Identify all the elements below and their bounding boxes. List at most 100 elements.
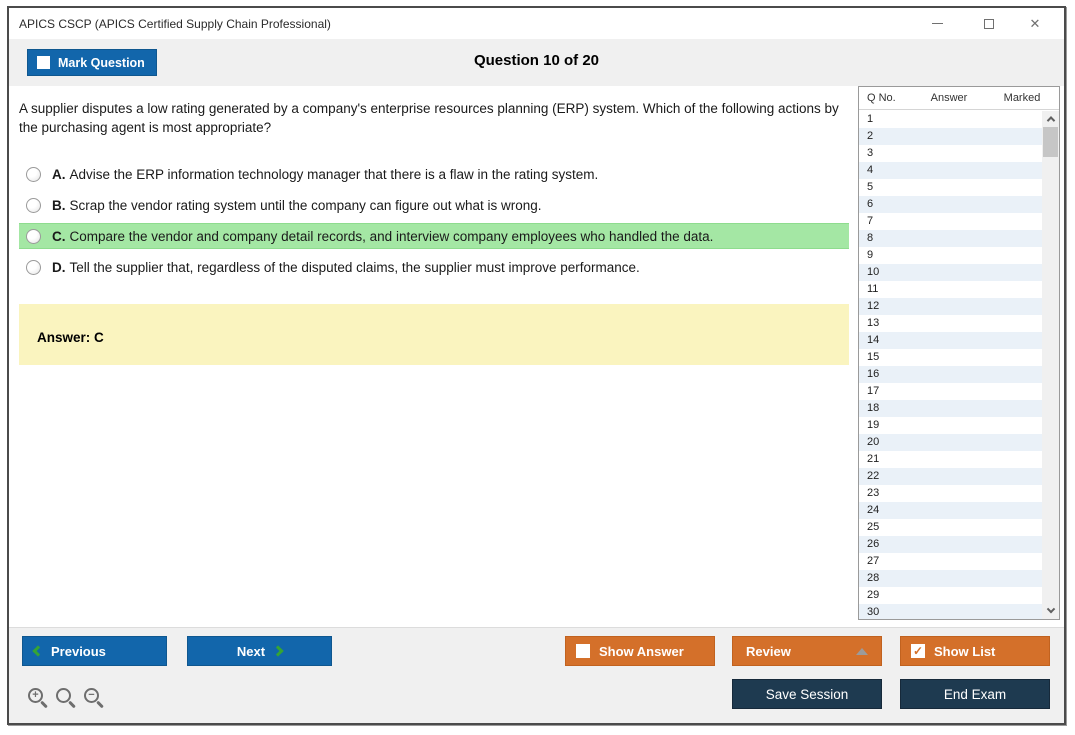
footer-bar: Previous Next Show Answer Review ✓ Show … bbox=[9, 627, 1064, 723]
question-list-row[interactable]: 25 bbox=[859, 519, 1042, 536]
next-button[interactable]: Next bbox=[187, 636, 332, 666]
maximize-icon bbox=[984, 18, 994, 29]
question-list-row[interactable]: 21 bbox=[859, 451, 1042, 468]
question-list-row[interactable]: 15 bbox=[859, 349, 1042, 366]
options-list: A. Advise the ERP information technology … bbox=[19, 161, 851, 280]
option-letter: D. bbox=[52, 259, 66, 275]
option-label: A. Advise the ERP information technology … bbox=[52, 167, 598, 182]
save-session-button[interactable]: Save Session bbox=[732, 679, 882, 709]
close-icon: ✕ bbox=[1029, 16, 1041, 31]
question-list-header: Q No. Answer Marked bbox=[859, 87, 1059, 110]
minus-glyph: − bbox=[88, 688, 95, 701]
question-list-row[interactable]: 6 bbox=[859, 196, 1042, 213]
app-window: APICS CSCP (APICS Certified Supply Chain… bbox=[7, 6, 1066, 725]
end-exam-label: End Exam bbox=[943, 686, 1007, 702]
radio-icon[interactable] bbox=[26, 228, 41, 244]
chevron-up-icon bbox=[1046, 115, 1055, 125]
zoom-reset-icon[interactable] bbox=[56, 688, 71, 703]
option-row-d[interactable]: D. Tell the supplier that, regardless of … bbox=[19, 254, 849, 280]
question-list-row[interactable]: 8 bbox=[859, 230, 1042, 247]
question-list-row[interactable]: 24 bbox=[859, 502, 1042, 519]
question-list-row[interactable]: 18 bbox=[859, 400, 1042, 417]
answer-label: Answer: C bbox=[37, 330, 104, 345]
option-text: Tell the supplier that, regardless of th… bbox=[69, 259, 640, 275]
triangle-up-icon bbox=[856, 648, 868, 655]
show-list-label: Show List bbox=[934, 643, 996, 659]
option-label: D. Tell the supplier that, regardless of … bbox=[52, 260, 640, 275]
radio-icon[interactable] bbox=[26, 197, 41, 213]
question-pane: A supplier disputes a low rating generat… bbox=[19, 86, 851, 365]
option-text: Advise the ERP information technology ma… bbox=[69, 166, 599, 182]
next-label: Next bbox=[236, 643, 266, 659]
question-list-row[interactable]: 20 bbox=[859, 434, 1042, 451]
end-exam-button[interactable]: End Exam bbox=[900, 679, 1050, 709]
show-list-checkbox-icon: ✓ bbox=[911, 644, 925, 658]
zoom-controls: + − bbox=[28, 688, 99, 703]
previous-button[interactable]: Previous bbox=[22, 636, 167, 666]
question-list-row[interactable]: 9 bbox=[859, 247, 1042, 264]
question-list-row[interactable]: 26 bbox=[859, 536, 1042, 553]
question-list-row[interactable]: 16 bbox=[859, 366, 1042, 383]
option-row-a[interactable]: A. Advise the ERP information technology … bbox=[19, 161, 849, 187]
radio-icon[interactable] bbox=[26, 259, 41, 275]
title-bar: APICS CSCP (APICS Certified Supply Chain… bbox=[9, 8, 1064, 39]
question-list[interactable]: 1 2 3 4 5 6 7 8 9 10 11 12 13 14 15 16 17 18 19 20 21 22 23 24 2… bbox=[859, 111, 1042, 619]
question-list-row[interactable]: 19 bbox=[859, 417, 1042, 434]
scroll-down-button[interactable] bbox=[1042, 604, 1059, 619]
question-counter: Question 10 of 20 bbox=[473, 52, 600, 69]
question-list-row[interactable]: 23 bbox=[859, 485, 1042, 502]
maximize-button[interactable] bbox=[966, 8, 1012, 39]
question-list-row[interactable]: 3 bbox=[859, 145, 1042, 162]
option-letter: A. bbox=[52, 166, 66, 182]
question-list-row[interactable]: 1 bbox=[859, 111, 1042, 128]
minimize-icon bbox=[931, 23, 943, 24]
question-list-panel: Q No. Answer Marked 1 2 3 4 5 6 7 8 9 10 11 12 13 14 1… bbox=[858, 86, 1060, 620]
question-list-row[interactable]: 5 bbox=[859, 179, 1042, 196]
column-header-answer: Answer bbox=[930, 92, 968, 104]
column-header-marked: Marked bbox=[1003, 92, 1041, 104]
question-list-row[interactable]: 10 bbox=[859, 264, 1042, 281]
radio-icon[interactable] bbox=[26, 166, 41, 182]
question-list-row[interactable]: 11 bbox=[859, 281, 1042, 298]
question-list-row[interactable]: 2 bbox=[859, 128, 1042, 145]
content-area: A supplier disputes a low rating generat… bbox=[9, 86, 1064, 627]
window-title: APICS CSCP (APICS Certified Supply Chain… bbox=[19, 17, 331, 31]
show-answer-button[interactable]: Show Answer bbox=[565, 636, 715, 666]
question-list-row[interactable]: 4 bbox=[859, 162, 1042, 179]
question-list-row[interactable]: 13 bbox=[859, 315, 1042, 332]
zoom-in-icon[interactable]: + bbox=[28, 688, 43, 703]
toolbar: Mark Question Question 10 of 20 bbox=[9, 39, 1064, 86]
option-row-b[interactable]: B. Scrap the vendor rating system until t… bbox=[19, 192, 849, 218]
review-label: Review bbox=[746, 643, 791, 659]
column-header-qno: Q No. bbox=[867, 92, 896, 104]
answer-box: Answer: C bbox=[19, 304, 849, 365]
question-list-row[interactable]: 7 bbox=[859, 213, 1042, 230]
question-list-row[interactable]: 17 bbox=[859, 383, 1042, 400]
question-list-row[interactable]: 27 bbox=[859, 553, 1042, 570]
scroll-up-button[interactable] bbox=[1042, 111, 1059, 126]
question-list-row[interactable]: 28 bbox=[859, 570, 1042, 587]
show-answer-label: Show Answer bbox=[599, 643, 684, 659]
question-list-row[interactable]: 29 bbox=[859, 587, 1042, 604]
option-label: C. Compare the vendor and company detail … bbox=[52, 229, 713, 244]
question-text: A supplier disputes a low rating generat… bbox=[19, 101, 839, 135]
question-list-row[interactable]: 12 bbox=[859, 298, 1042, 315]
option-letter: B. bbox=[52, 197, 66, 213]
show-answer-checkbox-icon bbox=[576, 644, 590, 658]
question-list-scrollbar[interactable] bbox=[1042, 111, 1059, 619]
question-list-row[interactable]: 30 bbox=[859, 604, 1042, 619]
show-list-button[interactable]: ✓ Show List bbox=[900, 636, 1050, 666]
scrollbar-thumb[interactable] bbox=[1043, 127, 1058, 157]
option-label: B. Scrap the vendor rating system until t… bbox=[52, 198, 542, 213]
option-row-c[interactable]: C. Compare the vendor and company detail … bbox=[19, 223, 849, 249]
option-text: Scrap the vendor rating system until the… bbox=[69, 197, 542, 213]
review-dropdown-button[interactable]: Review bbox=[732, 636, 882, 666]
question-list-row[interactable]: 14 bbox=[859, 332, 1042, 349]
close-button[interactable]: ✕ bbox=[1012, 8, 1058, 39]
question-list-row[interactable]: 22 bbox=[859, 468, 1042, 485]
minimize-button[interactable] bbox=[914, 8, 960, 39]
chevron-down-icon bbox=[1046, 604, 1055, 613]
previous-label: Previous bbox=[51, 643, 106, 659]
option-letter: C. bbox=[52, 228, 66, 244]
zoom-out-icon[interactable]: − bbox=[84, 688, 99, 703]
